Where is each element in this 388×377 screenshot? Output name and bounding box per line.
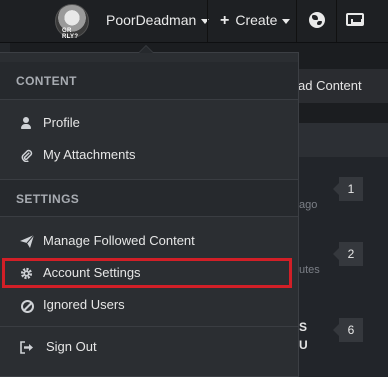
paperclip-icon xyxy=(20,149,34,163)
title-fragment: S xyxy=(299,320,308,334)
person-icon xyxy=(20,117,34,130)
title-fragment: U xyxy=(299,338,308,352)
menu-item-label: Manage Followed Content xyxy=(43,233,195,248)
create-label: Create xyxy=(235,12,278,28)
divider xyxy=(296,0,297,42)
reply-count-badge: 1 xyxy=(333,177,363,201)
plus-icon: + xyxy=(220,12,230,29)
section-header-content: CONTENT xyxy=(0,62,298,100)
reply-count-badge: 6 xyxy=(333,318,363,342)
menu-item-attachments[interactable]: My Attachments xyxy=(0,140,298,170)
menu-item-label: Ignored Users xyxy=(43,297,125,312)
username-label: PoorDeadman xyxy=(106,12,197,28)
top-navigation-bar: GR RLY? PoorDeadman + Create xyxy=(0,0,388,43)
user-menu-button[interactable]: PoorDeadman xyxy=(106,12,210,28)
menu-divider xyxy=(0,326,298,327)
activity-panel-header xyxy=(298,123,388,157)
create-button[interactable]: + Create xyxy=(220,12,291,30)
menu-item-profile[interactable]: Profile xyxy=(0,108,298,138)
chevron-down-icon xyxy=(282,18,291,24)
reply-count-badge: 2 xyxy=(333,242,363,266)
divider xyxy=(207,0,208,42)
menu-item-manage-followed[interactable]: Manage Followed Content xyxy=(0,226,298,256)
chevron-down-icon xyxy=(201,18,210,24)
menu-item-label: Sign Out xyxy=(46,339,97,354)
divider xyxy=(336,0,337,42)
ban-icon xyxy=(21,300,34,313)
menu-item-sign-out[interactable]: Sign Out xyxy=(0,332,298,362)
selection-highlight xyxy=(2,258,292,288)
avatar-caption: GR RLY? xyxy=(62,28,79,40)
inbox-icon[interactable] xyxy=(346,13,364,26)
paper-plane-icon xyxy=(20,234,35,248)
timestamp-fragment: ago xyxy=(299,199,318,211)
menu-item-ignored-users[interactable]: Ignored Users xyxy=(0,290,298,320)
menu-item-label: My Attachments xyxy=(43,147,136,162)
user-dropdown-menu: CONTENT Profile My Attachments SETTINGS … xyxy=(0,45,299,377)
globe-icon[interactable] xyxy=(309,12,325,28)
section-header-settings: SETTINGS xyxy=(0,179,298,217)
sign-out-icon xyxy=(20,341,34,354)
timestamp-fragment: utes xyxy=(299,264,320,276)
avatar[interactable]: GR RLY? xyxy=(55,4,89,40)
menu-item-label: Profile xyxy=(43,115,80,130)
